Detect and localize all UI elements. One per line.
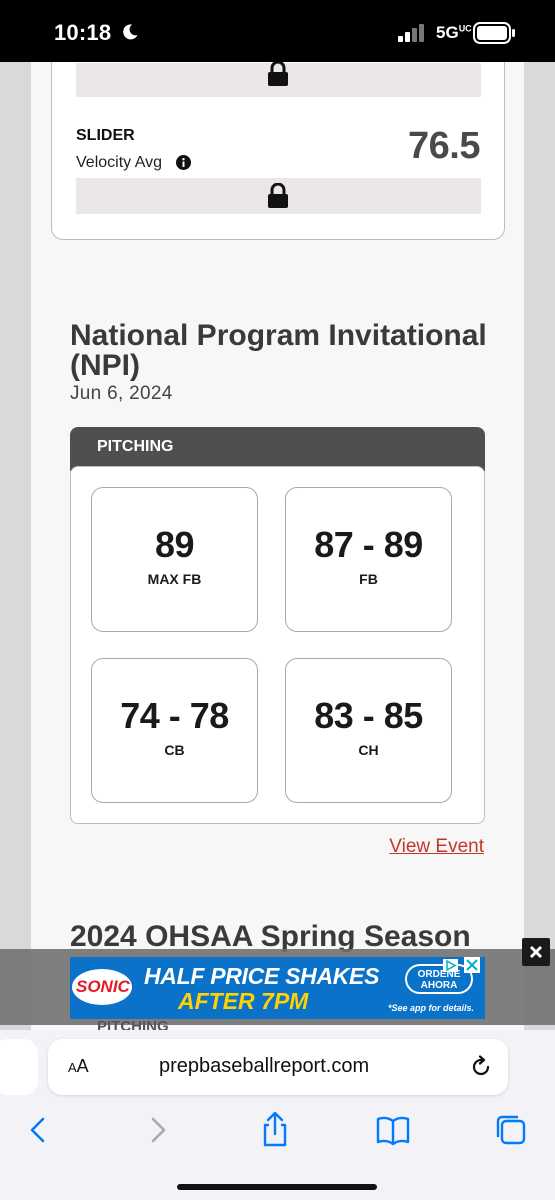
content-column: SLIDER Velocity Avg 76.5 National Progra… bbox=[31, 62, 524, 1035]
pitching-header: PITCHING bbox=[70, 427, 485, 471]
previous-tab-preview[interactable] bbox=[0, 1039, 38, 1095]
url-text[interactable]: prepbaseballreport.com bbox=[159, 1055, 369, 1078]
lock-icon bbox=[268, 183, 288, 208]
close-icon bbox=[529, 945, 543, 959]
stat-value: 74 - 78 bbox=[120, 695, 229, 736]
stat-value: 89 bbox=[154, 524, 195, 565]
address-bar[interactable]: AA prepbaseballreport.com bbox=[48, 1039, 508, 1095]
stat-value: 83 - 85 bbox=[314, 695, 423, 736]
network-label: 5GUC bbox=[436, 23, 472, 42]
pitching-header-label: PITCHING bbox=[97, 438, 174, 455]
moon-icon bbox=[123, 24, 138, 40]
ad-disclaimer: *See app for details. bbox=[388, 1003, 475, 1013]
lock-icon bbox=[268, 62, 288, 86]
stat-card: 83 - 85 CH bbox=[285, 658, 452, 803]
adchoices-icon[interactable] bbox=[443, 959, 458, 972]
ad-banner[interactable]: SONIC HALF PRICE SHAKES AFTER 7PM ORDENE… bbox=[70, 957, 485, 1019]
status-bar: 10:18 5GUC bbox=[0, 0, 555, 62]
text-size-button[interactable]: AA bbox=[68, 1056, 89, 1077]
signal-icon bbox=[398, 24, 424, 42]
metric-name: SLIDER bbox=[76, 127, 135, 144]
metric-value: 76.5 bbox=[408, 125, 480, 167]
locked-bar bbox=[76, 62, 481, 97]
event-date: Jun 6, 2024 bbox=[70, 383, 173, 404]
ad-order-button[interactable]: ORDENE AHORA bbox=[405, 964, 473, 994]
browser-toolbar bbox=[0, 1110, 555, 1160]
bookmarks-icon[interactable] bbox=[373, 1110, 413, 1150]
ad-cta-line: ORDENE bbox=[417, 969, 461, 980]
tabs-icon[interactable] bbox=[491, 1110, 531, 1150]
ad-x-icon[interactable] bbox=[464, 957, 480, 973]
stat-card: 87 - 89 FB bbox=[285, 487, 452, 632]
stat-label: MAX FB bbox=[147, 571, 202, 587]
back-icon[interactable] bbox=[18, 1110, 58, 1150]
ad-subline: AFTER 7PM bbox=[178, 988, 309, 1014]
locked-bar[interactable] bbox=[76, 178, 481, 214]
reload-icon[interactable] bbox=[469, 1055, 493, 1079]
ad-close-button[interactable] bbox=[522, 938, 550, 966]
stat-label: CB bbox=[164, 742, 185, 758]
stat-card: 89 MAX FB bbox=[91, 487, 258, 632]
forward-icon[interactable] bbox=[138, 1110, 178, 1150]
sonic-logo-text: SONIC bbox=[76, 977, 130, 996]
home-indicator[interactable] bbox=[177, 1184, 377, 1190]
info-icon[interactable] bbox=[176, 155, 191, 170]
ad-cta-line: AHORA bbox=[420, 980, 458, 991]
stat-card: 74 - 78 CB bbox=[91, 658, 258, 803]
stat-label: FB bbox=[359, 571, 378, 587]
browser-bar: AA prepbaseballreport.com bbox=[0, 1030, 555, 1200]
metrics-card: SLIDER Velocity Avg 76.5 bbox=[51, 62, 505, 240]
ad-headline: HALF PRICE SHAKES bbox=[144, 963, 380, 989]
battery-icon bbox=[473, 22, 515, 44]
stat-value: 87 - 89 bbox=[314, 524, 423, 565]
metric-subtitle: Velocity Avg bbox=[76, 154, 162, 171]
sonic-logo: SONIC bbox=[72, 969, 132, 1005]
status-time: 10:18 bbox=[54, 20, 112, 45]
event-title: National Program Invitational (NPI) bbox=[70, 319, 487, 382]
share-icon[interactable] bbox=[255, 1110, 295, 1150]
web-page[interactable]: SLIDER Velocity Avg 76.5 National Progra… bbox=[0, 62, 555, 1035]
pitching-stats-panel: 89 MAX FB 87 - 89 FB 74 - 78 CB 83 - 85 … bbox=[70, 466, 485, 824]
stat-label: CH bbox=[358, 742, 379, 758]
view-event-link[interactable]: View Event bbox=[389, 836, 484, 858]
